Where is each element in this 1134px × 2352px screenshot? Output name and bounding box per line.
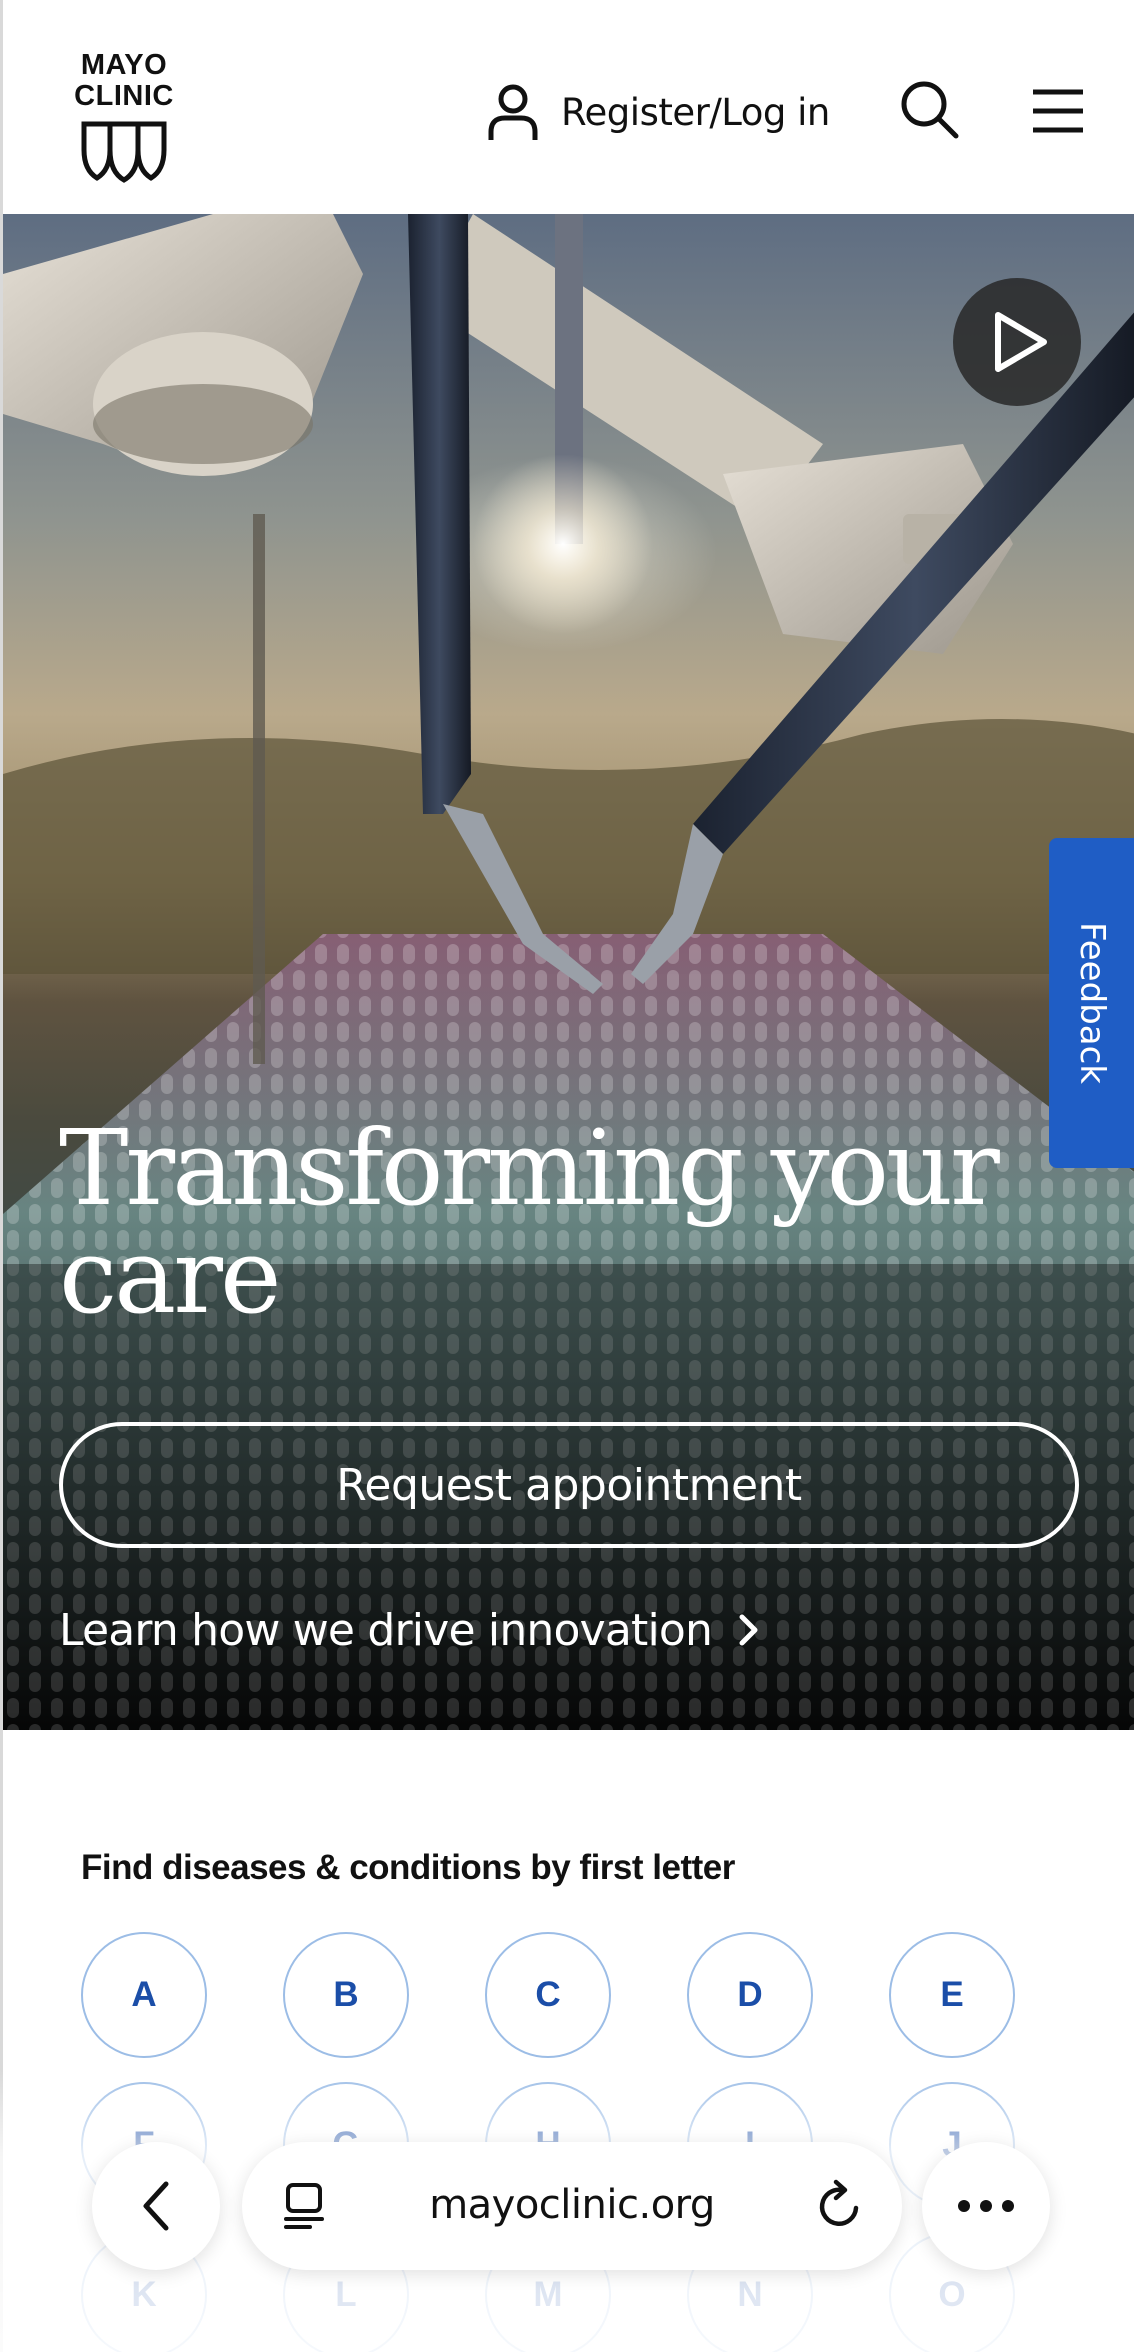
- learn-innovation-label: Learn how we drive innovation: [59, 1604, 713, 1656]
- logo-line-1: MAYO: [80, 49, 168, 81]
- play-icon: [995, 312, 1047, 372]
- letter-a-button[interactable]: A: [81, 1932, 207, 2058]
- shield-logo-icon: [81, 121, 167, 183]
- reload-icon[interactable]: [812, 2178, 868, 2234]
- site-header: MAYO CLINIC Register/Log in: [0, 0, 1134, 214]
- browser-address-bar[interactable]: mayoclinic.org: [242, 2142, 902, 2270]
- search-button[interactable]: [898, 78, 964, 144]
- learn-innovation-link[interactable]: Learn how we drive innovation: [59, 1598, 760, 1662]
- logo-line-2: CLINIC: [74, 80, 174, 112]
- letter-e-button[interactable]: E: [889, 1932, 1015, 2058]
- mayo-clinic-logo[interactable]: MAYO CLINIC: [69, 50, 179, 184]
- more-icon: [958, 2200, 1014, 2212]
- user-icon: [488, 84, 538, 140]
- play-video-button[interactable]: [953, 278, 1081, 406]
- search-icon: [901, 81, 959, 139]
- request-appointment-button[interactable]: Request appointment: [59, 1422, 1079, 1548]
- browser-more-button[interactable]: [922, 2142, 1050, 2270]
- letter-c-button[interactable]: C: [485, 1932, 611, 2058]
- feedback-label: Feedback: [1071, 922, 1112, 1084]
- letter-b-button[interactable]: B: [283, 1932, 409, 2058]
- register-login-link[interactable]: Register/Log in: [487, 80, 830, 144]
- back-icon: [143, 2181, 169, 2231]
- feedback-tab[interactable]: Feedback: [1049, 838, 1134, 1168]
- az-heading: Find diseases & conditions by first lett…: [81, 1848, 735, 1887]
- hero-section: Transforming your care Request appointme…: [0, 214, 1134, 1730]
- menu-button[interactable]: [1027, 82, 1089, 140]
- hero-title: Transforming your care: [59, 1107, 1000, 1337]
- request-appointment-label: Request appointment: [336, 1459, 802, 1511]
- url-text: mayoclinic.org: [429, 2182, 715, 2228]
- register-login-label: Register/Log in: [561, 90, 830, 134]
- menu-icon: [1033, 89, 1083, 133]
- letter-d-button[interactable]: D: [687, 1932, 813, 2058]
- chevron-right-icon: [739, 1614, 758, 1646]
- browser-back-button[interactable]: [92, 2142, 220, 2270]
